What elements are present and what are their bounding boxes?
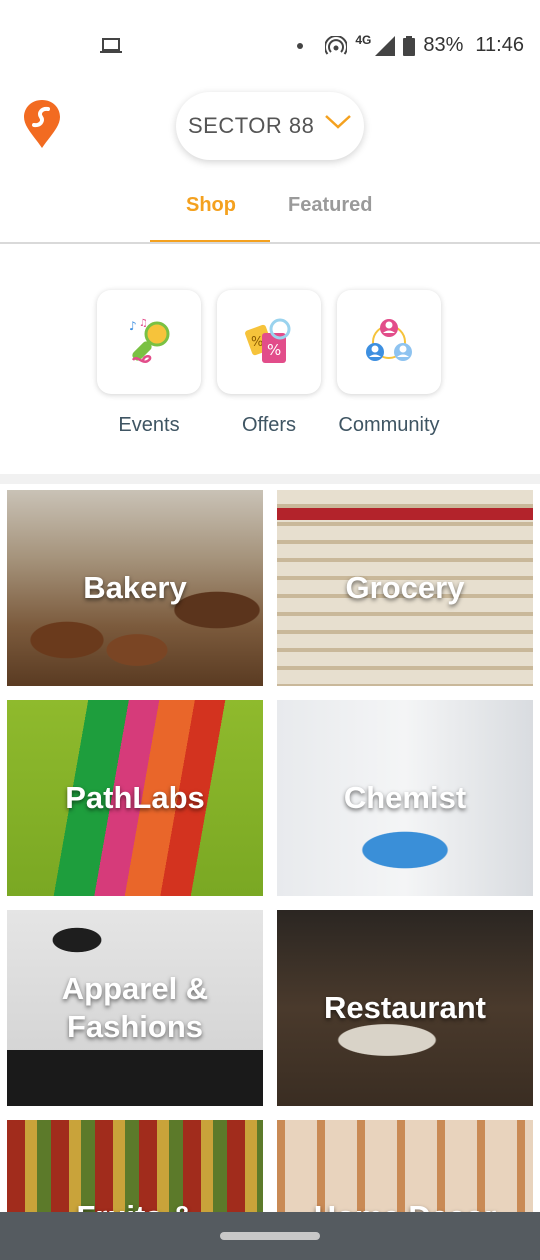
category-label: Bakery <box>83 570 187 605</box>
category-label: Apparel & Fashions <box>61 971 209 1044</box>
svg-text:♫: ♫ <box>139 318 148 329</box>
svg-text:%: % <box>251 335 263 350</box>
laptop-icon <box>100 38 122 53</box>
network-type: 4G <box>355 32 372 47</box>
community-label: Community <box>338 414 440 436</box>
app-logo-icon[interactable] <box>22 98 62 150</box>
category-tile-pathlabs[interactable]: PathLabs <box>7 700 263 896</box>
microphone-icon: ♪ ♫ <box>129 318 170 363</box>
category-label: Restaurant <box>324 990 486 1025</box>
events-button[interactable]: ♪ ♫ <box>97 290 201 394</box>
category-tile-fruits[interactable]: Fruits & <box>7 1120 263 1212</box>
battery-level: 83% <box>423 34 464 56</box>
section-separator <box>0 474 540 484</box>
quick-actions: ♪ ♫ Events % % Offers Community <box>0 244 540 472</box>
category-grid: Bakery Grocery PathLabs Chemist Apparel … <box>0 484 540 1212</box>
discount-tag-icon: % % <box>245 318 291 363</box>
notification-dot-icon <box>297 42 304 49</box>
category-tile-grocery[interactable]: Grocery <box>277 490 533 686</box>
category-label: Chemist <box>343 780 467 815</box>
battery-icon <box>403 35 416 56</box>
system-navigation-bar <box>0 1212 540 1260</box>
category-label: PathLabs <box>65 780 205 815</box>
status-bar: 4G 83% 11:46 <box>0 0 540 90</box>
category-tile-apparel[interactable]: Apparel & Fashions <box>7 910 263 1106</box>
category-tile-home-decor[interactable]: Home Decor <box>277 1120 533 1212</box>
category-tile-chemist[interactable]: Chemist <box>277 700 533 896</box>
location-selector[interactable]: SECTOR 88 <box>176 92 364 160</box>
svg-text:%: % <box>267 341 281 359</box>
chevron-down-icon <box>325 115 351 129</box>
events-label: Events <box>118 414 180 436</box>
hotspot-icon <box>325 35 348 55</box>
category-label: Fruits & <box>7 1198 263 1212</box>
offers-button[interactable]: % % <box>217 290 321 394</box>
category-tile-bakery[interactable]: Bakery <box>7 490 263 686</box>
home-gesture-handle[interactable] <box>220 1232 320 1240</box>
category-label: Grocery <box>345 570 465 605</box>
tab-bar: Shop Featured <box>0 180 540 243</box>
signal-icon <box>375 35 396 56</box>
offers-label: Offers <box>241 414 297 436</box>
category-tile-restaurant[interactable]: Restaurant <box>277 910 533 1106</box>
community-icon <box>366 319 412 361</box>
svg-text:♪: ♪ <box>129 319 137 333</box>
clock: 11:46 <box>475 34 524 56</box>
community-button[interactable] <box>337 290 441 394</box>
location-name: SECTOR 88 <box>188 113 315 138</box>
tab-shop[interactable]: Shop <box>186 194 236 217</box>
category-label: Home Decor <box>277 1198 533 1212</box>
tab-featured[interactable]: Featured <box>288 194 372 217</box>
